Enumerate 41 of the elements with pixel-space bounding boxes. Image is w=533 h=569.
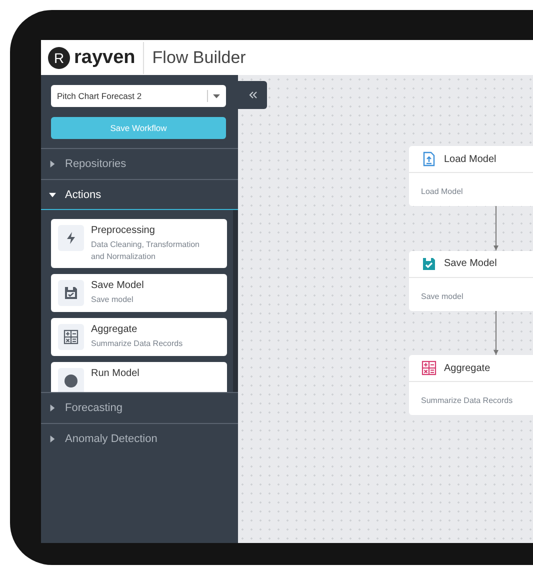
node-subtitle: Save model xyxy=(421,292,464,300)
connector-arrow xyxy=(494,206,498,251)
circle-icon xyxy=(63,373,79,390)
section-header[interactable]: Actions xyxy=(41,179,238,210)
node-title: Aggregate xyxy=(444,362,490,374)
action-title: Save Model xyxy=(91,280,144,292)
double-chevron-icon xyxy=(248,90,258,100)
flow-node[interactable]: Load Model Load Model xyxy=(409,146,533,206)
action-card[interactable]: Aggregate Summarize Data Records xyxy=(51,318,227,356)
caret-right-icon xyxy=(49,160,56,168)
calculator-icon xyxy=(63,329,79,346)
flow-node[interactable]: Save Model Save model xyxy=(409,250,533,310)
action-description: Summarize Data Records xyxy=(91,338,183,350)
action-card[interactable]: Run Model xyxy=(51,362,227,392)
caret-right-icon xyxy=(49,404,56,412)
action-title: Aggregate xyxy=(91,324,138,336)
caret-icon xyxy=(213,94,220,98)
flow-node[interactable]: Aggregate Summarize Data Records xyxy=(409,355,533,415)
logo-text: rayven xyxy=(74,46,136,68)
caret-down-icon xyxy=(49,190,56,198)
action-title: Run Model xyxy=(91,368,140,380)
collapse-button[interactable] xyxy=(238,81,267,109)
action-card[interactable]: Save Model Save model xyxy=(51,274,227,312)
action-title: Preprocessing xyxy=(91,225,156,236)
save-icon xyxy=(421,256,437,272)
app-title: Flow Builder xyxy=(152,48,246,68)
caret-right-icon xyxy=(49,435,56,443)
save-icon xyxy=(63,285,79,302)
workflow-select[interactable]: Pitch Chart Forecast 2 xyxy=(51,85,226,107)
node-subtitle: Summarize Data Records xyxy=(421,396,513,405)
action-description: Data Cleaning, Transformation and Normalization xyxy=(91,239,200,262)
logo-mark: R xyxy=(48,46,70,68)
action-description: Save model xyxy=(91,294,134,306)
calculator-icon xyxy=(421,360,437,376)
node-subtitle: Load Model xyxy=(421,187,463,196)
upload-file-icon xyxy=(421,151,437,167)
scrollbar[interactable] xyxy=(233,210,238,392)
connector-arrow xyxy=(494,310,498,356)
node-title: Load Model xyxy=(444,154,496,164)
node-title: Save Model xyxy=(444,258,497,269)
action-card[interactable]: Preprocessing Data Cleaning, Transformation and Normalization xyxy=(51,219,227,268)
